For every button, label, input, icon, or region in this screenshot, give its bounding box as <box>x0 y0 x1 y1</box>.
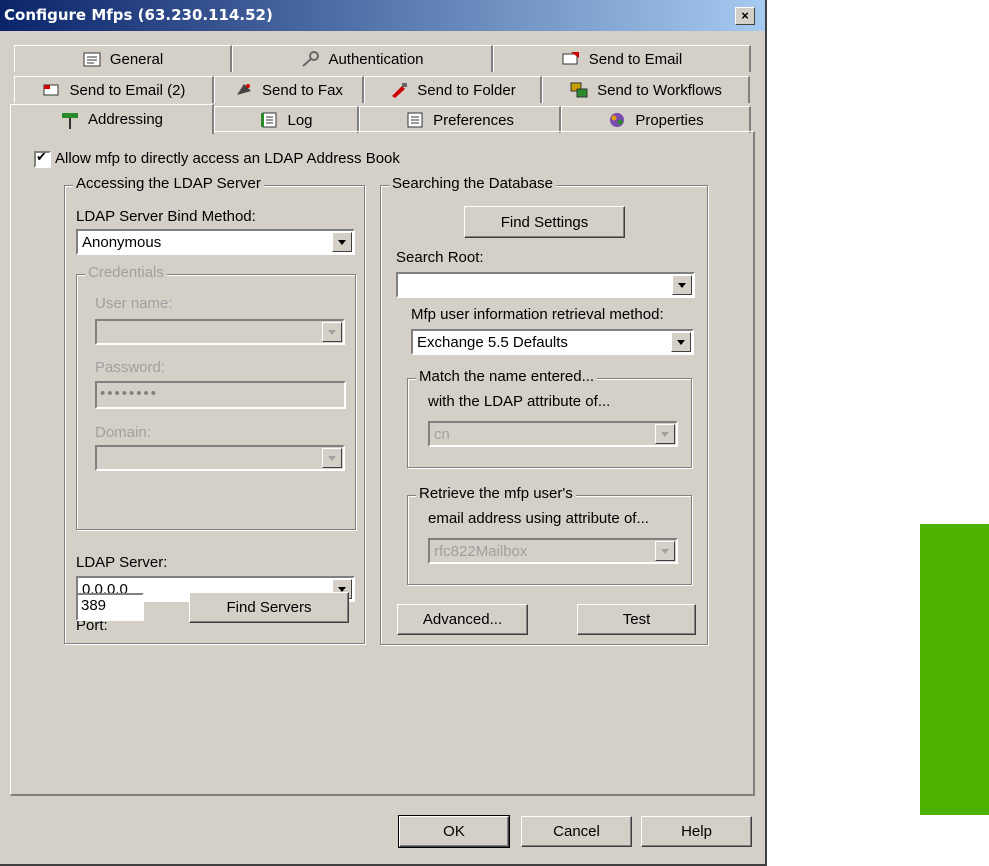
tab-authentication-label: Authentication <box>328 50 424 68</box>
match-name-group-title: Match the name entered... <box>416 368 598 385</box>
chevron-down-icon[interactable] <box>655 424 675 444</box>
tab-send-to-folder[interactable]: Send to Folder <box>364 76 542 103</box>
configure-mfps-dialog: Configure Mfps (63.230.114.52) × General… <box>0 0 767 866</box>
find-settings-button[interactable]: Find Settings <box>464 206 625 238</box>
test-button[interactable]: Test <box>577 604 696 635</box>
ldap-server-group-title: Accessing the LDAP Server <box>73 175 264 192</box>
ldap-server-label: LDAP Server: <box>76 554 168 571</box>
tab-send-to-fax[interactable]: Send to Fax <box>214 76 364 103</box>
retrieval-method-label: Mfp user information retrieval method: <box>411 306 664 323</box>
advanced-button[interactable]: Advanced... <box>397 604 528 635</box>
tab-properties-label: Properties <box>635 111 704 129</box>
search-root-select[interactable] <box>396 272 695 298</box>
tab-send-to-folder-label: Send to Folder <box>417 81 516 99</box>
general-icon <box>82 50 102 68</box>
email-2-icon <box>42 81 62 99</box>
tab-log-label: Log <box>287 111 313 129</box>
properties-icon <box>607 111 627 129</box>
email-attribute-select[interactable]: rfc822Mailbox <box>428 538 678 564</box>
email-attribute-label: email address using attribute of... <box>428 510 649 527</box>
chevron-down-icon[interactable] <box>655 541 675 561</box>
log-icon <box>259 111 279 129</box>
tab-log[interactable]: Log <box>214 106 359 133</box>
window-title: Configure Mfps (63.230.114.52) <box>4 6 273 24</box>
port-field[interactable]: 389 <box>76 593 144 621</box>
email-icon <box>561 50 581 68</box>
username-select[interactable] <box>95 319 345 345</box>
retrieve-user-group-title: Retrieve the mfp user's <box>416 485 576 502</box>
folder-icon <box>389 81 409 99</box>
search-database-group-title: Searching the Database <box>389 175 556 192</box>
tab-general-label: General <box>109 50 164 68</box>
domain-label: Domain: <box>95 424 151 441</box>
password-label: Password: <box>95 359 166 376</box>
tab-send-to-email-label: Send to Email <box>588 50 683 68</box>
match-attribute-value: cn <box>434 426 450 443</box>
email-attribute-value: rfc822Mailbox <box>434 543 528 560</box>
tab-send-to-workflows-label: Send to Workflows <box>597 81 722 99</box>
allow-ldap-label: Allow mfp to directly access an LDAP Add… <box>55 150 400 167</box>
tab-properties[interactable]: Properties <box>561 106 751 133</box>
match-attribute-select[interactable]: cn <box>428 421 678 447</box>
retrieval-method-value: Exchange 5.5 Defaults <box>417 334 568 351</box>
ldap-server-group: Accessing the LDAP Server LDAP Server Bi… <box>64 175 365 644</box>
chevron-down-icon[interactable] <box>322 322 342 342</box>
credentials-group: Credentials User name: Password: •••••••… <box>76 264 356 530</box>
ok-button[interactable]: OK <box>398 815 510 848</box>
chevron-down-icon[interactable] <box>672 275 692 295</box>
match-name-group: Match the name entered... with the LDAP … <box>407 368 692 468</box>
signpost-icon <box>60 111 80 129</box>
tab-send-to-email[interactable]: Send to Email <box>493 45 751 72</box>
tab-addressing-label: Addressing <box>87 111 164 128</box>
allow-ldap-checkbox[interactable] <box>34 149 51 168</box>
tab-send-to-email-2[interactable]: Send to Email (2) <box>14 76 214 103</box>
tab-addressing[interactable]: Addressing <box>10 104 214 134</box>
fax-icon <box>234 81 254 99</box>
retrieve-user-group: Retrieve the mfp user's email address us… <box>407 485 692 585</box>
bind-method-value: Anonymous <box>82 234 162 251</box>
key-icon <box>300 50 320 68</box>
help-button[interactable]: Help <box>641 816 752 847</box>
tab-send-to-fax-label: Send to Fax <box>262 81 343 99</box>
preferences-icon <box>405 111 425 129</box>
tab-send-to-email-2-label: Send to Email (2) <box>69 81 186 99</box>
bind-method-label: LDAP Server Bind Method: <box>76 208 256 225</box>
password-field[interactable]: •••••••• <box>95 381 346 409</box>
search-database-group: Searching the Database Find Settings Sea… <box>380 175 708 645</box>
tab-authentication[interactable]: Authentication <box>232 45 493 72</box>
domain-select[interactable] <box>95 445 345 471</box>
credentials-group-title: Credentials <box>85 264 167 281</box>
side-accent-bar <box>920 524 989 815</box>
search-root-label: Search Root: <box>396 249 484 266</box>
find-servers-button[interactable]: Find Servers <box>189 592 349 623</box>
tab-general[interactable]: General <box>14 45 232 72</box>
username-label: User name: <box>95 295 173 312</box>
cancel-button[interactable]: Cancel <box>521 816 632 847</box>
workflow-icon <box>569 81 589 99</box>
match-attribute-label: with the LDAP attribute of... <box>428 393 611 410</box>
addressing-tab-panel: Allow mfp to directly access an LDAP Add… <box>10 131 755 796</box>
chevron-down-icon[interactable] <box>332 232 352 252</box>
chevron-down-icon[interactable] <box>322 448 342 468</box>
tab-send-to-workflows[interactable]: Send to Workflows <box>542 76 750 103</box>
chevron-down-icon[interactable] <box>671 332 691 352</box>
title-bar: Configure Mfps (63.230.114.52) × <box>0 0 765 31</box>
retrieval-method-select[interactable]: Exchange 5.5 Defaults <box>411 329 694 355</box>
close-button[interactable]: × <box>735 7 755 25</box>
bind-method-select[interactable]: Anonymous <box>76 229 355 255</box>
tab-preferences[interactable]: Preferences <box>359 106 561 133</box>
tab-preferences-label: Preferences <box>433 111 514 129</box>
